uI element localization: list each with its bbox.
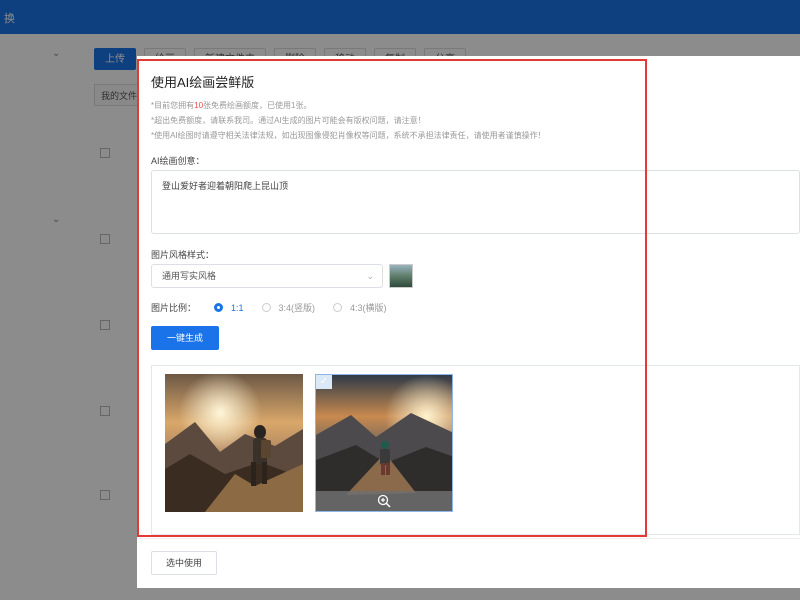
result-image-1[interactable] [165,374,303,512]
notice-list: *目前您拥有10张免费绘画额度，已使用1张。 *超出免费额度，请联系我司。通过A… [151,98,546,143]
ai-drawing-dialog: 使用AI绘画尝鲜版 *目前您拥有10张免费绘画额度，已使用1张。 *超出免费额度… [137,56,800,588]
style-select-value: 通用写实风格 [162,271,217,281]
ratio-label: 图片比例： [151,303,197,313]
notice-line: *目前您拥有10张免费绘画额度，已使用1张。 [151,101,312,110]
style-select[interactable]: 通用写实风格 ⌄ [151,264,383,288]
style-preview-thumbnail[interactable] [389,264,413,288]
prompt-label: AI绘画创意： [151,156,205,166]
zoom-bar[interactable] [316,491,452,511]
generate-button[interactable]: 一键生成 [151,326,219,350]
result-image-2[interactable]: ✓ [315,374,453,512]
checkbox-checked-icon[interactable]: ✓ [316,375,332,389]
ratio-row: 图片比例： 1:1 3:4(竖版) 4:3(横版) [151,301,387,314]
chevron-down-icon: ⌄ [366,271,374,281]
dialog-title: 使用AI绘画尝鲜版 [151,75,255,90]
style-label: 图片风格样式： [151,250,215,260]
watermark: 知乎 @耐 [668,550,772,578]
prompt-textarea[interactable]: 登山爱好者迎着朝阳爬上昆山顶 [151,170,800,234]
ratio-radio-3-4[interactable]: 3:4(竖版) [261,301,315,314]
zoom-in-icon[interactable] [377,494,391,508]
use-selected-button[interactable]: 选中使用 [151,551,218,575]
ratio-radio-4-3[interactable]: 4:3(横版) [333,301,387,314]
ratio-radio-1-1[interactable]: 1:1 [214,303,244,313]
notice-line: *使用AI绘图时请遵守相关法律法规，如出现图像侵犯肖像权等问题，系统不承担法律责… [151,131,546,140]
result-gallery: ✓ [151,365,800,535]
notice-line: *超出免费额度，请联系我司。通过AI生成的图片可能会有版权问题，请注意！ [151,116,426,125]
